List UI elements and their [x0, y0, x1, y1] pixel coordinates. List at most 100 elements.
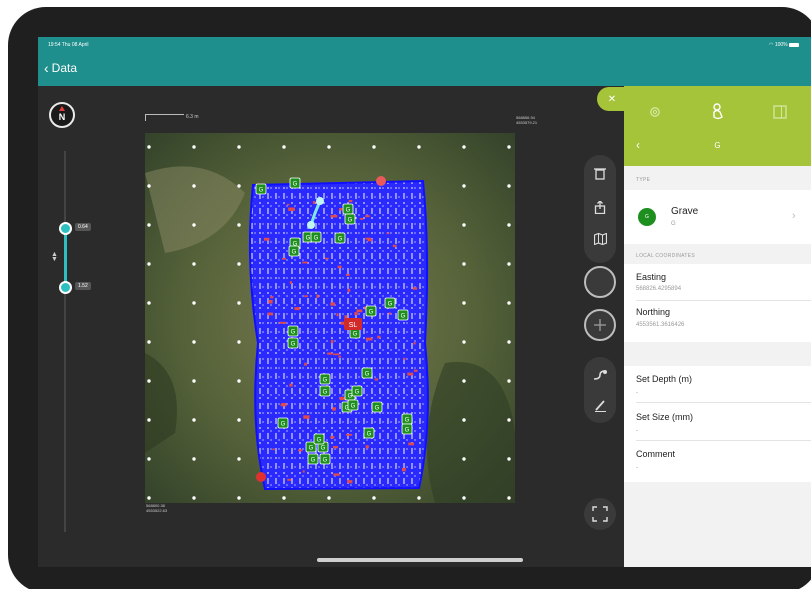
grave-marker-label: G — [323, 458, 328, 464]
battery-percent: 100% — [774, 42, 788, 48]
touch-tab[interactable] — [704, 100, 732, 124]
home-indicator[interactable] — [317, 558, 523, 562]
grid-point — [507, 184, 511, 188]
depth-slider-upper-handle[interactable] — [59, 222, 72, 235]
type-section-header: TYPE — [624, 170, 811, 188]
panel-header: ‹ G — [624, 86, 811, 166]
anomaly-mark — [403, 357, 406, 360]
anomaly-mark — [332, 353, 340, 356]
grid-point — [327, 496, 331, 500]
grid-point — [507, 145, 511, 149]
comment-field[interactable]: - — [636, 465, 638, 471]
anomaly-mark — [354, 312, 358, 316]
red-dot-marker — [256, 472, 266, 482]
grave-marker-label: G — [338, 237, 343, 243]
grave-marker-label: G — [355, 390, 360, 396]
grid-point — [462, 184, 466, 188]
easting-value[interactable]: 568826.4295894 — [636, 286, 681, 292]
anomaly-mark — [412, 287, 418, 290]
grid-point — [507, 223, 511, 227]
northing-value[interactable]: 4553561.3616426 — [636, 322, 684, 328]
divider — [636, 440, 811, 441]
depth-slider-range — [64, 227, 67, 287]
anomaly-mark — [365, 215, 370, 218]
share-button[interactable] — [584, 193, 616, 221]
anomaly-mark — [377, 335, 381, 339]
depth-label: Set Depth (m) — [636, 374, 693, 384]
grid-point — [462, 379, 466, 383]
map-layers-button[interactable] — [584, 225, 616, 253]
grid-point — [237, 340, 241, 344]
path-tool-button[interactable] — [584, 361, 616, 389]
pen-tool-button[interactable] — [584, 391, 616, 419]
size-field[interactable]: - — [636, 428, 638, 434]
anomaly-mark — [339, 208, 343, 211]
grave-marker-label: G — [405, 418, 410, 424]
grave-marker-label: G — [321, 446, 326, 452]
grave-marker-label: G — [346, 208, 351, 214]
grid-point — [192, 379, 196, 383]
anomaly-mark — [327, 352, 333, 355]
grave-marker-label: G — [367, 432, 372, 438]
compass-letter: N — [58, 112, 66, 122]
grid-point — [237, 223, 241, 227]
type-row[interactable]: G Grave G › — [624, 190, 811, 244]
expand-icon — [592, 506, 608, 522]
anomaly-mark — [345, 273, 350, 276]
path-icon — [593, 370, 607, 380]
share-icon — [594, 200, 606, 214]
depth-lower-label: 1.52 — [75, 282, 91, 290]
battery-icon — [789, 42, 799, 47]
anomaly-mark — [312, 200, 316, 204]
delete-button[interactable] — [584, 159, 616, 187]
survey-map[interactable]: GGGGGG G GGGGGGGGGGGGGG G GGGGGG GG GG SL — [145, 133, 515, 503]
expand-button[interactable] — [584, 498, 616, 530]
compass-icon[interactable]: N — [49, 102, 75, 128]
grave-type-icon: G — [638, 208, 656, 226]
depth-field[interactable]: - — [636, 390, 638, 396]
grid-point — [462, 457, 466, 461]
grid-point — [417, 496, 421, 500]
anomaly-mark — [289, 281, 292, 284]
anomaly-mark — [374, 378, 379, 381]
anomaly-mark — [289, 383, 293, 387]
close-panel-button[interactable]: ✕ — [597, 87, 627, 111]
anomaly-mark — [302, 470, 305, 473]
back-button[interactable]: ‹ Data — [44, 61, 77, 75]
anomaly-mark — [413, 369, 418, 372]
grave-marker-label: G — [293, 182, 298, 188]
grid-point — [192, 145, 196, 149]
depth-upper-label: 0.64 — [75, 223, 91, 231]
add-button[interactable] — [584, 309, 616, 341]
depth-slider-lower-handle[interactable] — [59, 281, 72, 294]
close-icon: ✕ — [607, 93, 617, 105]
status-right: ◠ 100% — [769, 42, 799, 48]
coords-section-header: LOCAL COORDINATES — [624, 246, 811, 264]
updown-arrows-icon[interactable]: ▲ ▼ — [51, 251, 58, 263]
panel-title: G — [714, 141, 721, 150]
grid-point — [372, 496, 376, 500]
grid-point — [147, 340, 151, 344]
grave-marker-label: G — [323, 390, 328, 396]
anomaly-mark — [281, 402, 287, 407]
anomaly-mark — [407, 372, 414, 376]
scale-bar — [145, 114, 184, 121]
anomaly-mark — [330, 302, 336, 306]
anomaly-mark — [345, 433, 353, 436]
gear-icon — [650, 107, 660, 117]
coords-block: Easting 568826.4295894 Northing 4553561.… — [624, 264, 811, 342]
anomaly-mark — [268, 300, 273, 304]
map-icon — [593, 233, 607, 245]
sidebar-tab[interactable] — [766, 100, 794, 124]
anomaly-mark — [279, 321, 287, 324]
grid-point — [147, 184, 151, 188]
divider — [636, 402, 811, 403]
nav-bar: ‹ Data — [38, 53, 811, 86]
grave-marker-label: G — [281, 422, 286, 428]
record-button[interactable] — [584, 266, 616, 298]
type-code: G — [671, 221, 676, 227]
grid-point — [147, 379, 151, 383]
settings-tab[interactable] — [641, 100, 669, 124]
grave-marker-label: G — [388, 302, 393, 308]
size-label: Set Size (mm) — [636, 412, 694, 422]
